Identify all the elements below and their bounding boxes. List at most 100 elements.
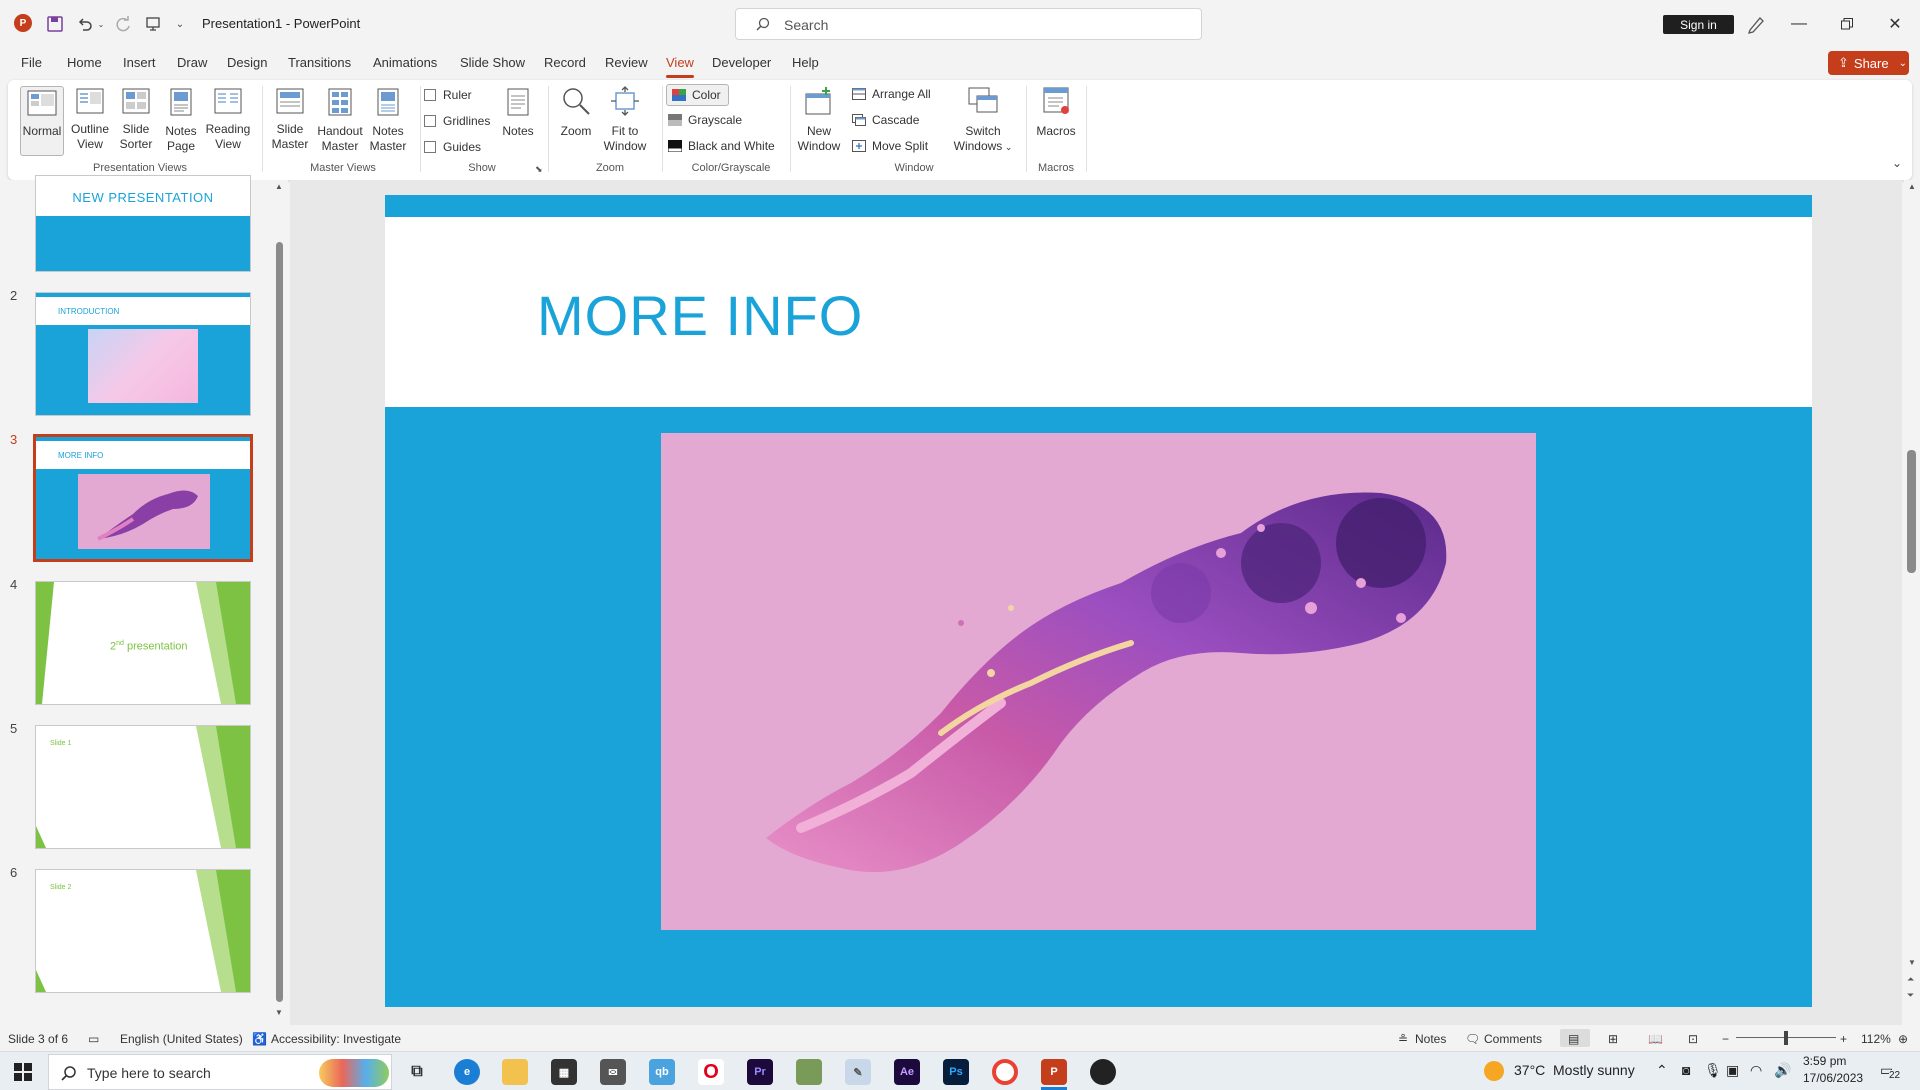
tray-camera-icon[interactable]: ◙ [1682, 1062, 1690, 1078]
paint-app-icon[interactable]: ✎ [845, 1059, 871, 1085]
windows-start-icon[interactable] [14, 1063, 32, 1084]
switch-windows-button[interactable]: Switch Windows ⌄ [952, 86, 1014, 155]
slide-scroll-thumb[interactable] [1907, 450, 1916, 573]
show-hidden-icons-icon[interactable]: ⌃ [1656, 1062, 1668, 1079]
current-slide[interactable]: MORE INFO [385, 195, 1812, 1007]
powerpoint-taskbar-icon[interactable]: P [1041, 1059, 1067, 1085]
tab-draw[interactable]: Draw [177, 55, 207, 70]
qbittorrent-icon[interactable]: qb [649, 1059, 675, 1085]
zoom-button[interactable]: Zoom [554, 86, 598, 139]
tab-record[interactable]: Record [544, 55, 586, 70]
reading-view-status-icon[interactable]: 📖 [1648, 1032, 1663, 1046]
normal-view-button[interactable]: Normal [20, 86, 64, 156]
tab-transitions[interactable]: Transitions [288, 55, 351, 70]
move-split-button[interactable]: Move Split [852, 139, 928, 153]
previous-slide-icon[interactable]: ⏶ [1907, 974, 1914, 985]
scroll-down-icon[interactable]: ▼ [1908, 958, 1916, 967]
tab-animations[interactable]: Animations [373, 55, 437, 70]
slide-thumbnail-6[interactable]: Slide 2 [36, 870, 250, 992]
show-dialog-launcher-icon[interactable]: ⬊ [535, 164, 543, 175]
zoom-out-button[interactable]: − [1722, 1032, 1729, 1046]
slide-thumbnail-5[interactable]: Slide 1 [36, 726, 250, 848]
slide-thumbnail-1[interactable]: NEW PRESENTATION [36, 176, 250, 271]
photoshop-icon[interactable]: Ps [943, 1059, 969, 1085]
tab-help[interactable]: Help [792, 55, 819, 70]
accessibility-status[interactable]: Accessibility: Investigate [271, 1032, 401, 1046]
close-icon[interactable]: ✕ [1871, 8, 1919, 40]
redo-icon[interactable] [112, 12, 134, 36]
scroll-down-icon[interactable]: ▼ [275, 1008, 283, 1017]
reading-view-button[interactable]: Reading View [204, 88, 252, 152]
tab-insert[interactable]: Insert [123, 55, 156, 70]
edge-browser-icon[interactable]: e [454, 1059, 480, 1085]
share-dropdown-icon[interactable]: ⌄ [1899, 58, 1907, 69]
slide-thumbnail-2[interactable]: INTRODUCTION [36, 293, 250, 415]
share-button[interactable]: ⇪ Share ⌄ [1828, 51, 1909, 75]
macros-button[interactable]: Macros [1032, 86, 1080, 139]
tab-slide-show[interactable]: Slide Show [460, 55, 525, 70]
ruler-checkbox[interactable]: Ruler [424, 88, 472, 102]
collapse-ribbon-icon[interactable]: ⌄ [1892, 156, 1902, 170]
search-input[interactable]: Search [735, 8, 1202, 40]
slide-master-button[interactable]: Slide Master [268, 88, 312, 152]
slide-image[interactable] [661, 433, 1536, 930]
slide-show-status-icon[interactable]: ⊡ [1688, 1032, 1698, 1046]
customize-quick-access-icon[interactable]: ⌄ [172, 12, 188, 36]
undo-dropdown-icon[interactable]: ⌄ [96, 12, 106, 36]
sign-in-button[interactable]: Sign in [1663, 15, 1734, 34]
present-from-start-icon[interactable] [142, 12, 164, 36]
fit-slide-icon[interactable]: ⊕ [1898, 1032, 1908, 1046]
guides-checkbox[interactable]: Guides [424, 140, 481, 154]
zoom-slider-thumb[interactable] [1784, 1031, 1788, 1045]
weather-condition[interactable]: Mostly sunny [1553, 1062, 1635, 1078]
zoom-in-button[interactable]: + [1840, 1032, 1847, 1046]
outline-view-button[interactable]: Outline View [68, 88, 112, 152]
scroll-up-icon[interactable]: ▲ [1908, 182, 1916, 191]
clock-date[interactable]: 17/06/2023 [1803, 1071, 1863, 1085]
tab-view[interactable]: View [666, 55, 694, 78]
slide-scrollbar[interactable]: ▲ ▼ ⏶ ⏷ [1904, 180, 1920, 1025]
save-icon[interactable] [44, 12, 66, 36]
gridlines-checkbox[interactable]: Gridlines [424, 114, 490, 128]
obs-studio-icon[interactable] [1090, 1059, 1116, 1085]
fit-to-window-button[interactable]: Fit to Window [600, 86, 650, 154]
notes-master-button[interactable]: Notes Master [366, 88, 410, 154]
after-effects-icon[interactable]: Ae [894, 1059, 920, 1085]
thumbnail-scrollbar[interactable]: ▲ ▼ [275, 182, 283, 1018]
clock-time[interactable]: 3:59 pm [1803, 1054, 1846, 1068]
chrome-browser-icon[interactable] [992, 1059, 1018, 1085]
color-button[interactable]: Color [666, 84, 729, 106]
language-status[interactable]: English (United States) [120, 1032, 243, 1046]
opera-browser-icon[interactable]: O [698, 1059, 724, 1085]
spelling-check-icon[interactable]: ▭ [88, 1032, 99, 1046]
tab-review[interactable]: Review [605, 55, 648, 70]
comments-button[interactable]: Comments [1484, 1032, 1542, 1046]
slide-thumbnail-3[interactable]: MORE INFO [36, 437, 250, 559]
notes-page-button[interactable]: Notes Page [160, 88, 202, 154]
weather-temperature[interactable]: 37°C [1514, 1062, 1545, 1078]
minimize-icon[interactable]: — [1775, 8, 1823, 40]
slide-sorter-status-icon[interactable]: ⊞ [1608, 1032, 1618, 1046]
notes-toggle-button[interactable]: Notes [498, 88, 538, 139]
slide-thumbnail-4[interactable]: 2nd presentation [36, 582, 250, 704]
network-icon[interactable]: ◠ [1750, 1062, 1762, 1079]
cascade-button[interactable]: Cascade [852, 113, 919, 127]
taskbar-search-input[interactable]: Type here to search [48, 1054, 392, 1090]
notes-button[interactable]: Notes [1415, 1032, 1446, 1046]
volume-icon[interactable]: 🔊 [1774, 1062, 1791, 1079]
slide-sorter-button[interactable]: Slide Sorter [114, 88, 158, 152]
microphone-icon[interactable]: 🎙 [1704, 1062, 1722, 1079]
undo-icon[interactable] [74, 12, 96, 36]
tab-developer[interactable]: Developer [712, 55, 771, 70]
game-app-icon[interactable] [796, 1059, 822, 1085]
tray-app-icon[interactable]: ▣ [1726, 1062, 1739, 1079]
premiere-pro-icon[interactable]: Pr [747, 1059, 773, 1085]
microsoft-store-icon[interactable]: ▦ [551, 1059, 577, 1085]
arrange-all-button[interactable]: Arrange All [852, 87, 931, 101]
black-and-white-button[interactable]: Black and White [668, 139, 775, 153]
handout-master-button[interactable]: Handout Master [314, 88, 366, 154]
tab-home[interactable]: Home [67, 55, 102, 70]
slide-title[interactable]: MORE INFO [537, 283, 863, 348]
new-window-button[interactable]: New Window [796, 86, 842, 154]
thumbnail-scroll-thumb[interactable] [276, 242, 283, 1002]
